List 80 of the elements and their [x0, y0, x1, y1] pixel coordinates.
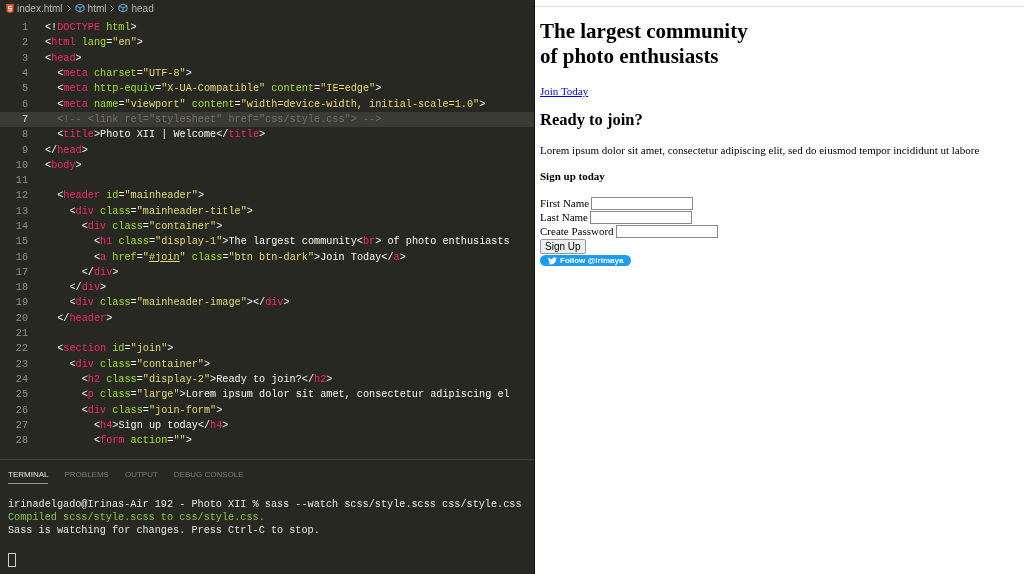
code-line: <head>: [45, 52, 82, 64]
code-line: <div class="mainheader-title">: [68, 205, 253, 217]
line-number: 2: [20, 37, 28, 49]
line-number: 8: [20, 129, 28, 141]
line-number: 1: [20, 22, 28, 34]
paragraph: Lorem ipsum dolor sit amet, consectetur adipiscing elit, sed do eiusmod tempor incididunt ut labore: [540, 144, 980, 156]
line-number: 14: [14, 221, 28, 232]
breadcrumb-item[interactable]: head: [131, 2, 154, 14]
terminal-line: Sass is watching for changes. Press Ctrl-C to stop.: [8, 524, 320, 537]
code-line: </div>: [80, 266, 119, 278]
breadcrumb-item[interactable]: index.html: [17, 2, 63, 14]
line-number: 11: [14, 175, 28, 187]
code-line: <html lang="en">: [45, 37, 143, 49]
line-number: 7: [20, 113, 28, 125]
code-line: <meta http-equiv="X-UA-Compatible" content="IE=edge">: [56, 83, 382, 95]
field-label: First Name: [540, 197, 590, 209]
line-number: 5: [20, 83, 28, 95]
line-number: 19: [14, 297, 28, 309]
line-number: 13: [14, 205, 28, 217]
section-heading: Ready to join?: [540, 110, 643, 130]
code-line: <p class="large">Lorem ipsum dolor sit amet, consectetur adipiscing el: [80, 389, 510, 401]
line-number: 16: [14, 251, 28, 263]
code-line: <div class="join-form">: [80, 404, 223, 416]
code-line: <meta name="viewport" content="width=device-width, initial-scale=1.0">: [56, 98, 486, 110]
line-number: 6: [20, 98, 28, 110]
line-number: 23: [14, 358, 28, 370]
chevron-icon: [110, 4, 115, 12]
code-line: </header>: [56, 312, 113, 324]
code-line: </div>: [68, 282, 107, 294]
line-number: 25: [14, 389, 28, 401]
code-line: <!DOCTYPE html>: [45, 22, 137, 34]
chevron-icon: [66, 4, 71, 12]
line-number: 26: [14, 404, 28, 416]
terminal-cursor: [8, 553, 16, 567]
line-number: 21: [14, 328, 28, 340]
line-number: 15: [14, 236, 28, 248]
panel-tab[interactable]: TERMINAL: [8, 466, 49, 484]
text-field[interactable]: [591, 196, 694, 210]
panel-tab[interactable]: PROBLEMS: [64, 466, 109, 484]
code-line: </head>: [45, 144, 88, 156]
code-line: <header id="mainheader">: [56, 190, 204, 202]
line-number: 9: [20, 144, 28, 156]
join-link[interactable]: Join Today: [540, 85, 589, 97]
field-label: Last Name: [540, 211, 588, 223]
code-line: <body>: [45, 159, 82, 171]
line-number: 24: [14, 373, 28, 385]
line-number: 4: [20, 68, 28, 80]
line-number: 10: [14, 159, 28, 171]
line-number: 28: [14, 435, 28, 447]
code-line: <form action="">: [92, 435, 192, 447]
code-line: <div class="container">: [68, 358, 211, 370]
code-line: <section id="join">: [56, 343, 174, 355]
line-number: 22: [14, 343, 28, 355]
line-number: 20: [14, 312, 28, 324]
page-heading: The largest community of photo enthusiasts: [540, 19, 748, 69]
terminal-line: irinadelgado@Irinas-Air 192 - Photo XII % sass --watch scss/style.scss css/style.css: [8, 498, 522, 511]
line-number: 17: [14, 266, 28, 278]
html-file-icon: [6, 3, 14, 13]
code-line: <div class="mainheader-image"></div>: [68, 297, 290, 309]
code-line: <h1 class="display-1">The largest community<br> of photo enthusiasts: [92, 236, 510, 248]
form-title: Sign up today: [540, 170, 605, 182]
field-label: Create Password: [540, 225, 614, 237]
line-number: 12: [14, 190, 28, 202]
breadcrumb-item[interactable]: html: [87, 2, 107, 14]
code-line: <div class="container">: [80, 221, 223, 232]
code-line: <h4>Sign up today</h4>: [92, 419, 229, 431]
panel-tab[interactable]: DEBUG CONSOLE: [173, 466, 244, 484]
panel-tab[interactable]: OUTPUT: [124, 466, 158, 484]
text-field[interactable]: [615, 224, 718, 238]
sign-up-button[interactable]: Sign Up: [540, 239, 586, 254]
code-line: <h2 class="display-2">Ready to join?</h2>: [80, 373, 333, 385]
terminal-line: Compiled scss/style.scss to css/style.css.: [8, 511, 265, 524]
text-field[interactable]: [589, 210, 692, 224]
line-number: 18: [14, 282, 28, 294]
code-line: <a href="#join" class="btn btn-dark">Join Today</a>: [92, 251, 406, 263]
code-line: <title>Photo XII | Welcome</title>: [56, 129, 266, 141]
code-line: <meta charset="UTF-8">: [56, 68, 192, 80]
bird-icon: [548, 256, 557, 265]
line-number: 27: [14, 419, 28, 431]
line-number: 3: [20, 52, 28, 64]
